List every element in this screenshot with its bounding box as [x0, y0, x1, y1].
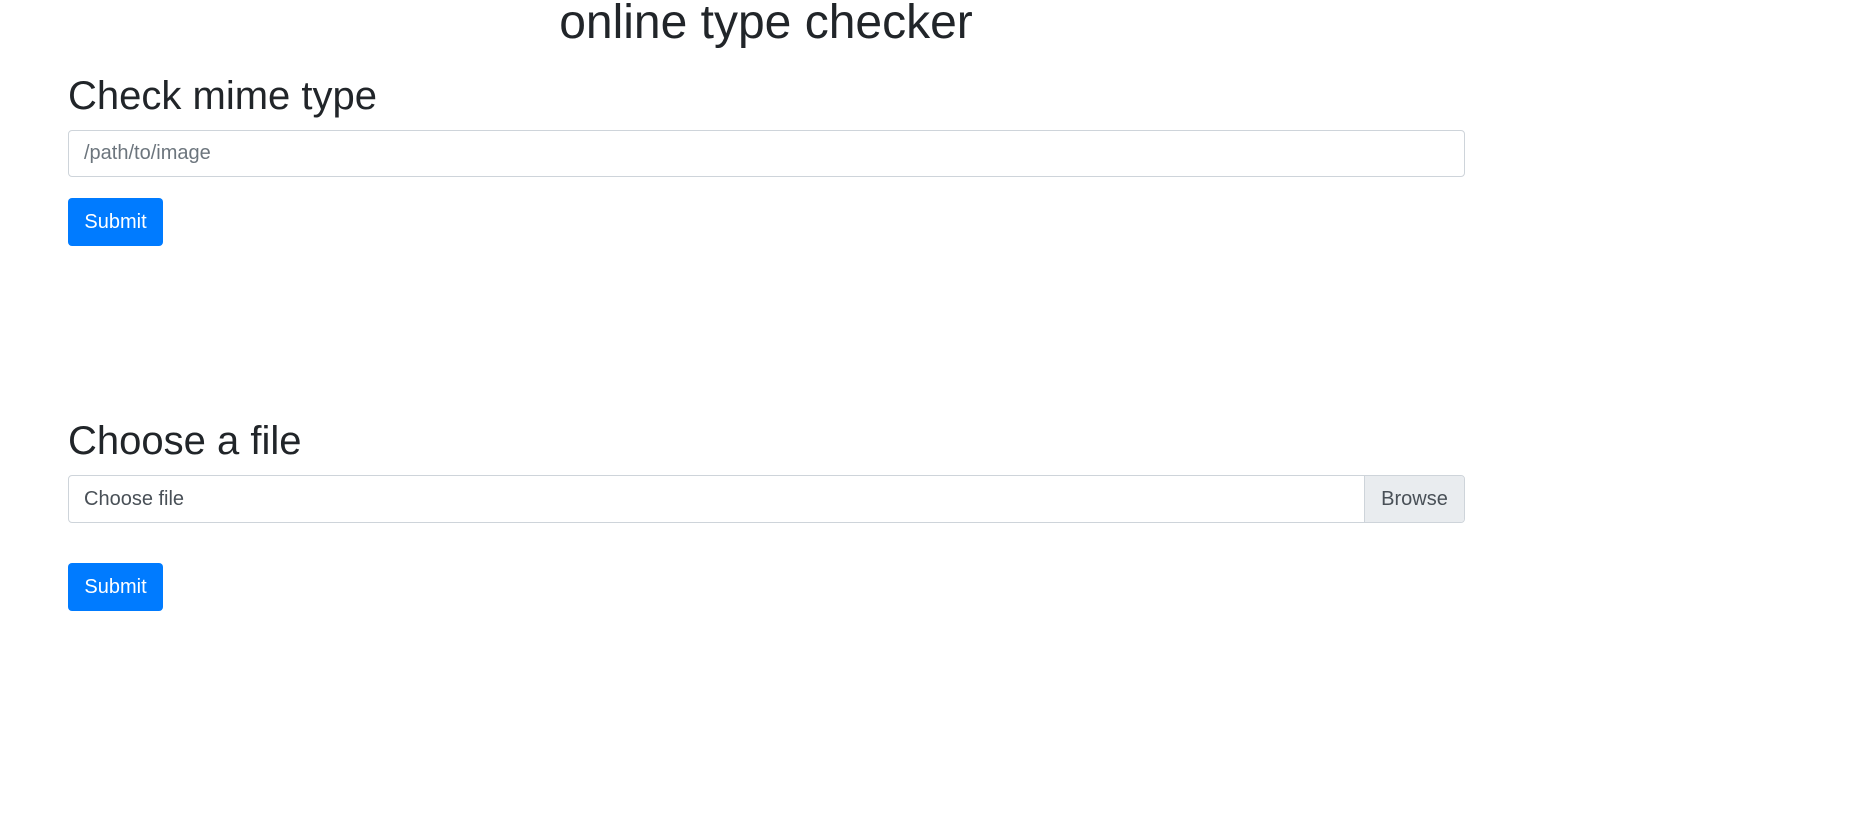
file-section-heading: Choose a file — [68, 419, 302, 463]
file-chooser-label[interactable]: Choose file — [69, 476, 1364, 522]
page-title: online type checker — [559, 0, 973, 49]
file-chooser[interactable]: Choose file Browse — [68, 475, 1465, 523]
browse-button[interactable]: Browse — [1364, 476, 1464, 522]
file-submit-button[interactable]: Submit — [68, 563, 163, 611]
mime-section-heading: Check mime type — [68, 74, 377, 118]
mime-submit-button[interactable]: Submit — [68, 198, 163, 246]
path-input[interactable] — [68, 130, 1465, 177]
